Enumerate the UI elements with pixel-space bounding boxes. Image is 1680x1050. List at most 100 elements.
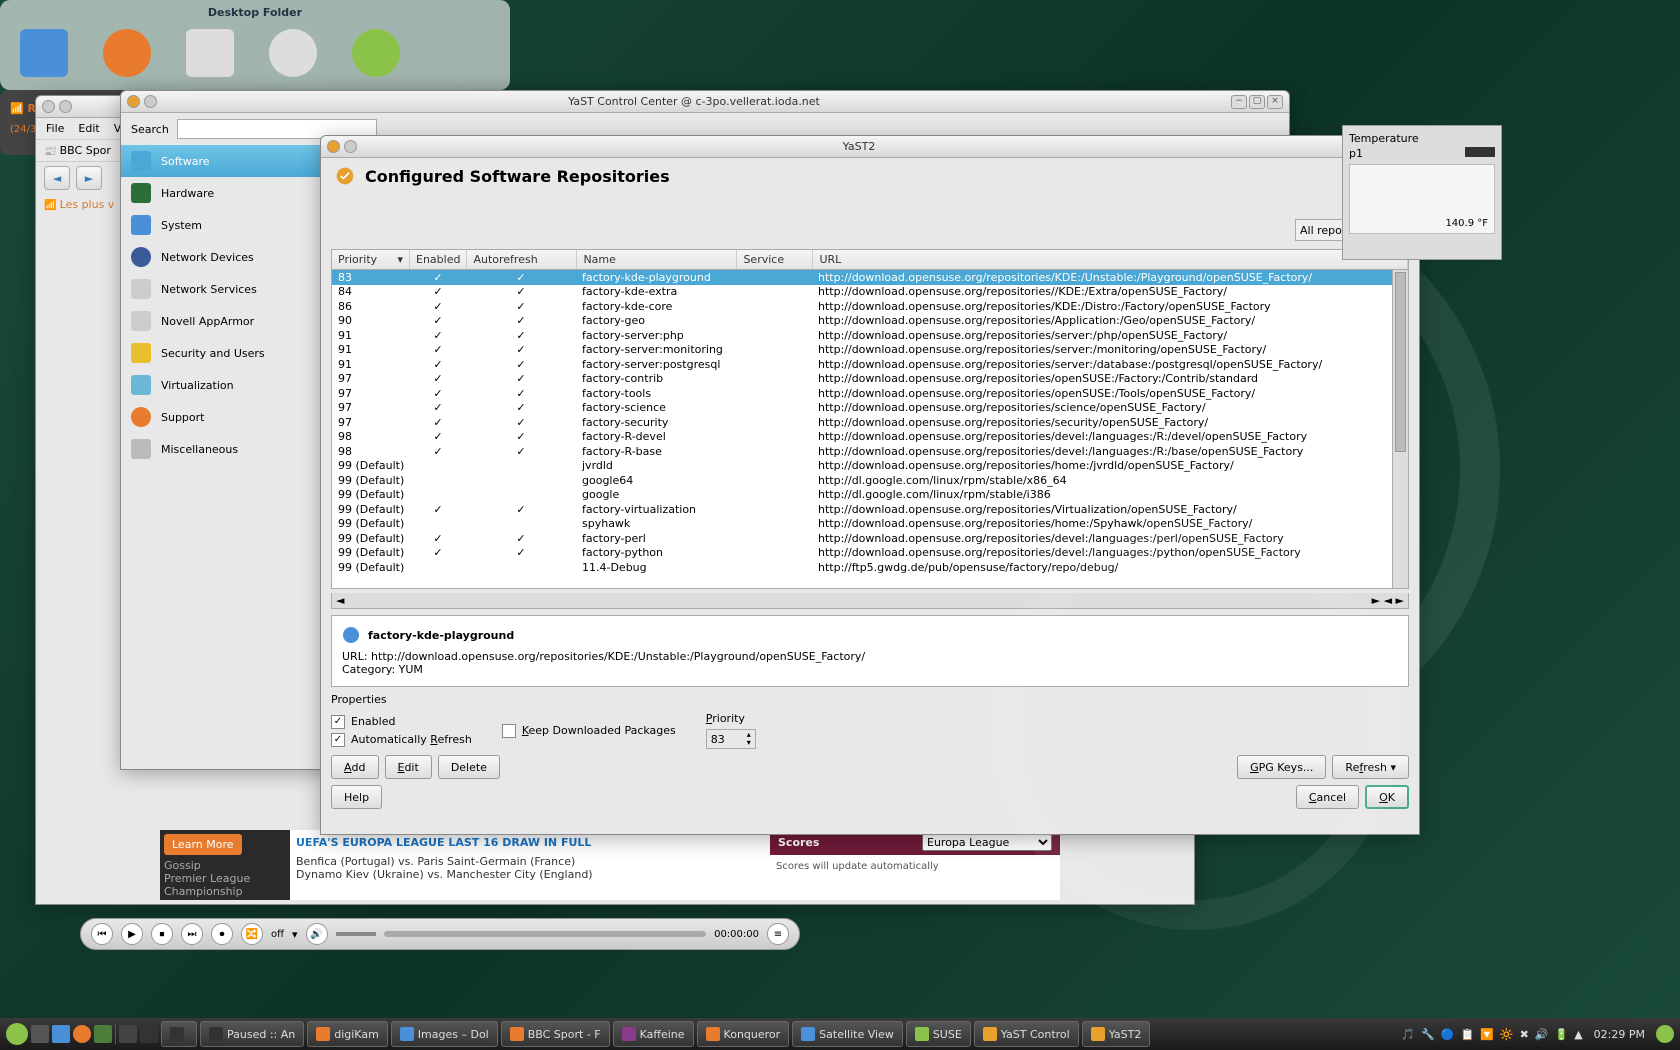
ok-button[interactable]: OK	[1365, 785, 1409, 809]
tray-icon[interactable]: 🎵	[1401, 1028, 1415, 1041]
auto-refresh-checkbox[interactable]: ✓	[331, 733, 345, 747]
terminal-icon[interactable]	[94, 1025, 112, 1043]
col-enabled[interactable]: Enabled	[410, 250, 467, 269]
vertical-scrollbar[interactable]	[1392, 270, 1408, 588]
col-url[interactable]: URL	[813, 250, 1408, 269]
nav-gossip[interactable]: Gossip	[164, 859, 286, 872]
min-button[interactable]: −	[1231, 95, 1247, 109]
firefox-launcher-icon[interactable]	[73, 1025, 91, 1043]
repo-row[interactable]: 99 (Default)✓✓factory-packmanhttp://ftp.…	[332, 575, 1408, 577]
rec-button[interactable]: ⏺	[211, 923, 233, 945]
office-icon[interactable]	[269, 29, 317, 77]
window-pin-icon[interactable]	[144, 95, 157, 108]
taskbar-item[interactable]: BBC Sport - F	[501, 1021, 610, 1047]
repo-row[interactable]: 99 (Default)✓✓factory-virtualizationhttp…	[332, 502, 1408, 517]
notes-icon[interactable]	[186, 29, 234, 77]
tray-icon[interactable]: 🔵	[1441, 1028, 1455, 1041]
repo-row[interactable]: 99 (Default)✓✓factory-perlhttp://downloa…	[332, 531, 1408, 546]
repo-row[interactable]: 86✓✓factory-kde-corehttp://download.open…	[332, 299, 1408, 314]
menu-edit[interactable]: Edit	[78, 122, 99, 135]
col-autorefresh[interactable]: Autorefresh	[467, 250, 577, 269]
repo-row[interactable]: 84✓✓factory-kde-extrahttp://download.ope…	[332, 285, 1408, 300]
repo-row[interactable]: 98✓✓factory-R-develhttp://download.opens…	[332, 430, 1408, 445]
taskbar-item[interactable]: digiKam	[307, 1021, 388, 1047]
col-service[interactable]: Service	[737, 250, 813, 269]
suse-icon[interactable]	[352, 29, 400, 77]
delete-button[interactable]: Delete	[438, 755, 500, 779]
repo-row[interactable]: 99 (Default)googlehttp://dl.google.com/l…	[332, 488, 1408, 503]
max-button[interactable]: ▢	[1249, 95, 1265, 109]
tray-icon[interactable]: ✖	[1520, 1028, 1529, 1041]
prev-button[interactable]: ⏮	[91, 923, 113, 945]
tray-icon[interactable]: 📋	[1460, 1028, 1474, 1041]
tray-icon[interactable]: 🔽	[1480, 1028, 1494, 1041]
pager-1-icon[interactable]	[119, 1025, 137, 1043]
gpg-keys-button[interactable]: GPG Keys...	[1237, 755, 1326, 779]
taskbar-item[interactable]: Kaffeine	[613, 1021, 694, 1047]
tray-icon[interactable]: ▲	[1574, 1028, 1582, 1041]
home-icon[interactable]	[20, 29, 68, 77]
repo-row[interactable]: 83✓✓factory-kde-playgroundhttp://downloa…	[332, 270, 1408, 285]
volume-button[interactable]: 🔊	[306, 923, 328, 945]
col-name[interactable]: Name	[577, 250, 737, 269]
repo-row[interactable]: 97✓✓factory-sciencehttp://download.opens…	[332, 401, 1408, 416]
horizontal-scrollbar[interactable]: ◄► ◄ ►	[331, 593, 1409, 609]
repo-row[interactable]: 99 (Default)jvrdldhttp://download.opensu…	[332, 459, 1408, 474]
repo-row[interactable]: 99 (Default)google64http://dl.google.com…	[332, 473, 1408, 488]
add-button[interactable]: Add	[331, 755, 379, 779]
taskbar-item[interactable]: YaST Control	[974, 1021, 1079, 1047]
priority-spinner[interactable]: 83▴▾	[706, 729, 756, 749]
tray-icon[interactable]: 🔊	[1535, 1028, 1549, 1041]
volume-slider[interactable]	[336, 932, 376, 936]
repo-row[interactable]: 90✓✓factory-geohttp://download.opensuse.…	[332, 314, 1408, 329]
shuffle-button[interactable]: 🔀	[241, 923, 263, 945]
league-select[interactable]: Europa League	[922, 834, 1052, 851]
window-pin-icon[interactable]	[344, 140, 357, 153]
keep-packages-checkbox[interactable]	[502, 724, 516, 738]
enabled-checkbox[interactable]: ✓	[331, 715, 345, 729]
taskbar-item[interactable]: Konqueror	[697, 1021, 790, 1047]
playlist-button[interactable]: ≡	[767, 923, 789, 945]
activity-icon[interactable]	[31, 1025, 49, 1043]
stop-button[interactable]: ⏹	[151, 923, 173, 945]
clock[interactable]: 02:29 PM	[1586, 1028, 1653, 1041]
repo-row[interactable]: 91✓✓factory-server:phphttp://download.op…	[332, 328, 1408, 343]
tray-icon[interactable]: 🔋	[1555, 1028, 1569, 1041]
learn-more-button[interactable]: Learn More	[164, 834, 242, 855]
opensuse-button[interactable]	[1656, 1025, 1674, 1043]
repo-row[interactable]: 99 (Default)11.4-Debughttp://ftp5.gwdg.d…	[332, 560, 1408, 575]
col-priority[interactable]: Priority ▾	[332, 250, 410, 269]
tray-icon[interactable]: 🔆	[1500, 1028, 1514, 1041]
taskbar-item[interactable]	[161, 1021, 197, 1047]
repo-row[interactable]: 99 (Default)✓✓factory-pythonhttp://downl…	[332, 546, 1408, 561]
nav-back-button[interactable]: ◄	[44, 166, 70, 190]
nav-premier[interactable]: Premier League	[164, 872, 286, 885]
help-button[interactable]: Help	[331, 785, 382, 809]
taskbar-item[interactable]: Images – Dol	[391, 1021, 498, 1047]
taskbar-item[interactable]: Satellite View	[792, 1021, 903, 1047]
filemanager-icon[interactable]	[52, 1025, 70, 1043]
window-icon[interactable]	[327, 140, 340, 153]
menu-file[interactable]: File	[46, 122, 64, 135]
nav-championship[interactable]: Championship	[164, 885, 286, 898]
next-button[interactable]: ⏭	[181, 923, 203, 945]
pager-2-icon[interactable]	[140, 1025, 158, 1043]
taskbar-item[interactable]: Paused :: An	[200, 1021, 304, 1047]
repo-row[interactable]: 98✓✓factory-R-basehttp://download.opensu…	[332, 444, 1408, 459]
repo-row[interactable]: 97✓✓factory-contribhttp://download.opens…	[332, 372, 1408, 387]
repo-row[interactable]: 97✓✓factory-toolshttp://download.opensus…	[332, 386, 1408, 401]
window-icon[interactable]	[127, 95, 140, 108]
repo-row[interactable]: 97✓✓factory-securityhttp://download.open…	[332, 415, 1408, 430]
taskbar-item[interactable]: YaST2	[1082, 1021, 1151, 1047]
repo-row[interactable]: 99 (Default)spyhawkhttp://download.opens…	[332, 517, 1408, 532]
seek-slider[interactable]	[384, 931, 707, 937]
repo-row[interactable]: 91✓✓factory-server:postgresqlhttp://down…	[332, 357, 1408, 372]
repo-row[interactable]: 91✓✓factory-server:monitoringhttp://down…	[332, 343, 1408, 358]
refresh-button[interactable]: Refresh ▾	[1332, 755, 1409, 779]
play-button[interactable]: ▶	[121, 923, 143, 945]
taskbar-item[interactable]: SUSE	[906, 1021, 971, 1047]
start-menu-button[interactable]	[6, 1023, 28, 1045]
nav-forward-button[interactable]: ►	[76, 166, 102, 190]
close-button[interactable]: ×	[1267, 95, 1283, 109]
tray-icon[interactable]: 🔧	[1421, 1028, 1435, 1041]
